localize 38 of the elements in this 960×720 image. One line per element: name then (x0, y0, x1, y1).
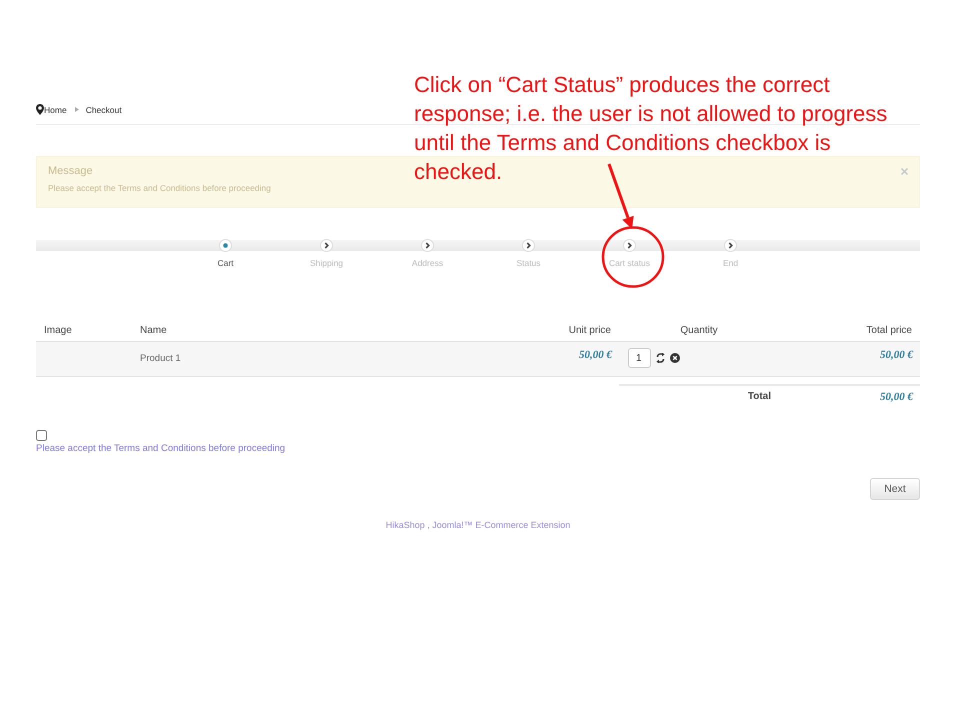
location-pin-icon (36, 104, 44, 115)
message-title: Message (48, 164, 94, 178)
annotation-circle (602, 226, 664, 288)
x-circle-icon[interactable] (670, 353, 680, 363)
dot-icon (219, 239, 232, 252)
chevron-right-icon (320, 239, 333, 252)
annotation-text: Click on “Cart Status” produces the correct response; i.e. the user is not allowed to progress until the Terms and Conditions checkbox is checked. (414, 71, 888, 186)
terms-checkbox[interactable] (36, 430, 47, 441)
checkout-step[interactable]: Cart (217, 239, 234, 269)
caret-right-icon (74, 107, 79, 112)
total-value: 50,00 € (880, 391, 913, 403)
chevron-right-icon (421, 239, 434, 252)
terms-link[interactable]: Please accept the Terms and Conditions before proceeding (36, 443, 286, 455)
message-text: Please accept the Terms and Conditions before proceeding (48, 182, 271, 194)
quantity-field[interactable]: 1 (628, 348, 651, 368)
refresh-icon[interactable] (656, 353, 665, 363)
column-header: Image (43, 324, 73, 338)
breadcrumb-current: Checkout (86, 104, 122, 116)
next-button[interactable]: Next (870, 478, 920, 500)
unit-price: 50,00 € (579, 349, 612, 361)
footer-text: HikaShop , Joomla!™ E-Commerce Extension (386, 520, 570, 530)
checkout-step[interactable]: Shipping (310, 239, 344, 269)
column-header: Unit price (568, 324, 612, 338)
checkout-step[interactable]: Cart status (608, 239, 650, 269)
annotation-arrow (608, 164, 634, 229)
column-header: Total price (865, 324, 913, 338)
checkout-step[interactable]: End (722, 239, 738, 269)
total-label: Total (748, 391, 771, 402)
home-link[interactable]: Home (36, 102, 67, 118)
checkout-step[interactable]: Status (516, 239, 541, 269)
product-name: Product 1 (139, 352, 182, 366)
column-header: Quantity (679, 324, 719, 338)
checkout-step[interactable]: Address (412, 239, 444, 269)
chevron-right-icon (724, 239, 737, 252)
chevron-right-icon (522, 239, 535, 252)
column-header: Name (139, 324, 168, 338)
chevron-right-icon (622, 239, 636, 252)
total-price: 50,00 € (880, 349, 913, 361)
